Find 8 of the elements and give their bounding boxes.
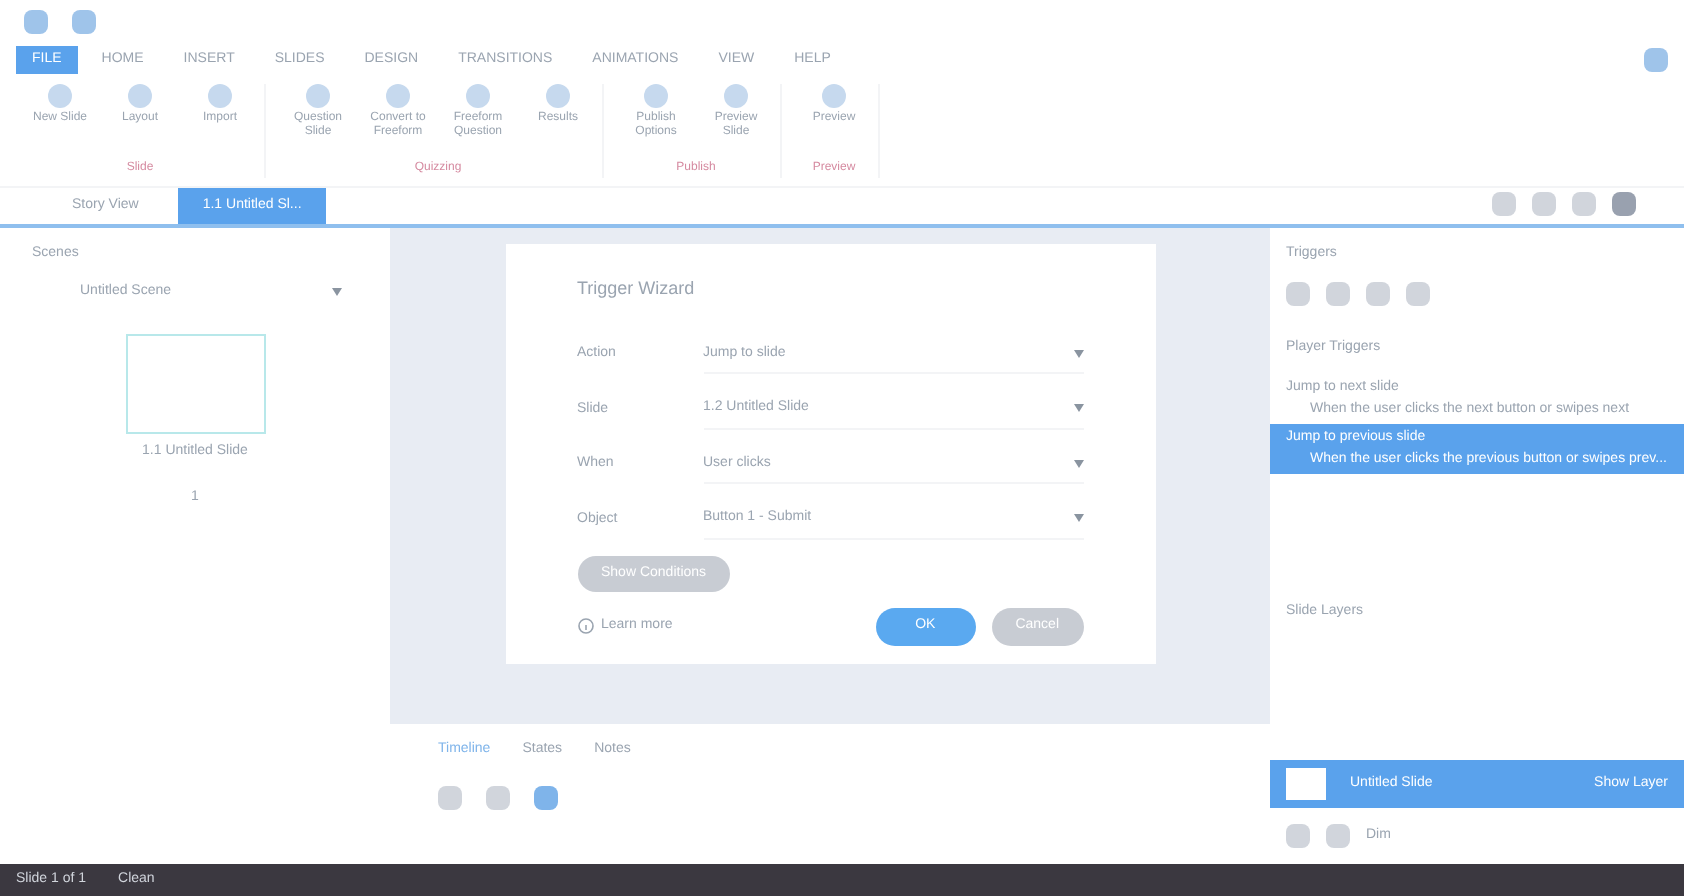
info-icon [577, 618, 593, 635]
caret-icon [1073, 459, 1083, 468]
dialog-title: Trigger Wizard [577, 276, 697, 302]
caret-icon [1073, 514, 1083, 523]
caret-icon [1073, 404, 1083, 413]
caret-icon [1073, 349, 1083, 358]
slide-thumbnail[interactable] [125, 334, 265, 434]
caret-icon [332, 287, 342, 296]
